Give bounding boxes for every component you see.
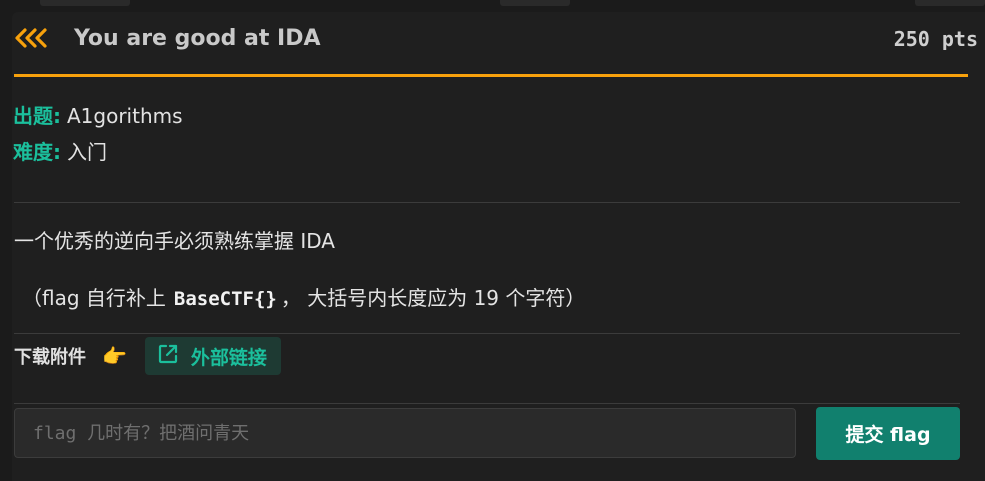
author-key: 出题: <box>13 104 61 128</box>
attachments-label: 下载附件 <box>14 347 86 368</box>
attachments-row: 下载附件 👉 外部链接 <box>14 337 281 375</box>
divider <box>14 333 960 334</box>
challenge-meta: 出题: A1gorithms 难度: 入门 <box>13 98 183 170</box>
description-prefix: （flag 自行补上 <box>22 286 166 310</box>
challenge-points: 250 pts <box>893 27 978 51</box>
description-suffix: ， 大括号内长度应为 19 个字符） <box>280 286 586 310</box>
divider <box>14 403 960 404</box>
external-link-button[interactable]: 外部链接 <box>144 337 281 375</box>
difficulty-value: 入门 <box>67 140 107 164</box>
external-link-label: 外部链接 <box>190 346 267 369</box>
description-line-2: （flag 自行补上 BaseCTF{}， 大括号内长度应为 19 个字符） <box>22 285 585 312</box>
submit-flag-button[interactable]: 提交 flag <box>816 407 960 460</box>
background-ghost-tab <box>40 0 130 6</box>
author-row: 出题: A1gorithms <box>13 98 183 134</box>
challenge-header: You are good at IDA 250 pts <box>14 19 978 57</box>
author-value: A1gorithms <box>67 104 183 128</box>
background-ghost-tab <box>500 0 570 6</box>
external-link-icon <box>157 343 179 369</box>
difficulty-key: 难度: <box>13 140 61 164</box>
flag-input[interactable] <box>14 408 796 458</box>
background-ghost-tab <box>915 0 985 6</box>
pointing-hand-icon: 👉 <box>102 344 127 368</box>
challenge-title: You are good at IDA <box>74 25 321 51</box>
flag-format-code: BaseCTF{} <box>173 288 277 310</box>
description-line-1: 一个优秀的逆向手必须熟练掌握 IDA <box>14 229 335 253</box>
difficulty-row: 难度: 入门 <box>13 134 183 170</box>
triple-chevron-left-icon[interactable] <box>14 26 54 50</box>
divider <box>14 202 960 203</box>
header-accent-divider <box>14 74 968 77</box>
